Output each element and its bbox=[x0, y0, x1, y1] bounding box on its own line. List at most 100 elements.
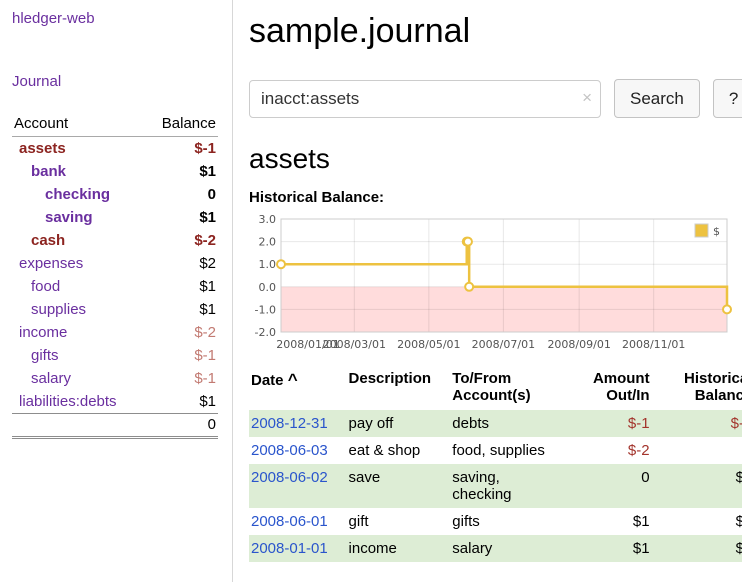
account-balance: $-2 bbox=[194, 324, 216, 341]
transaction-description: eat & shop bbox=[347, 437, 451, 464]
account-balance: $1 bbox=[199, 278, 216, 295]
account-row: bank $1 bbox=[12, 160, 218, 183]
account-link-supplies[interactable]: supplies bbox=[14, 301, 86, 318]
account-link-expenses[interactable]: expenses bbox=[14, 255, 83, 272]
svg-text:2008/07/01: 2008/07/01 bbox=[472, 338, 535, 351]
account-balance: 0 bbox=[208, 186, 216, 203]
account-column-header: Account bbox=[14, 115, 68, 132]
chart-title: Historical Balance: bbox=[249, 189, 742, 206]
account-row: assets $-1 bbox=[12, 137, 218, 160]
transaction-row: 2008-06-01 gift gifts $1 $2 bbox=[249, 508, 742, 535]
app-window: hledger-web Journal Account Balance asse… bbox=[0, 0, 742, 582]
account-balance: $1 bbox=[199, 209, 216, 226]
date-column-header[interactable]: Date ^ bbox=[249, 366, 347, 410]
transaction-amount: $-1 bbox=[564, 410, 651, 437]
accounts-total-row: 0 bbox=[12, 413, 218, 439]
account-link-saving[interactable]: saving bbox=[14, 209, 93, 226]
account-balance: $-1 bbox=[194, 140, 216, 157]
search-input[interactable] bbox=[249, 80, 601, 118]
accounts-total-value: 0 bbox=[208, 416, 216, 433]
account-link-income[interactable]: income bbox=[14, 324, 67, 341]
transaction-row: 2008-06-03 eat & shop food, supplies $-2… bbox=[249, 437, 742, 464]
account-balance: $-1 bbox=[194, 347, 216, 364]
account-balance: $-1 bbox=[194, 370, 216, 387]
svg-text:-1.0: -1.0 bbox=[255, 303, 276, 316]
balance-chart: 3.02.01.00.0-1.0-2.02008/01/012008/03/01… bbox=[249, 212, 736, 356]
account-link-salary[interactable]: salary bbox=[14, 370, 71, 387]
transaction-accounts: gifts bbox=[450, 508, 564, 535]
transaction-row: 2008-12-31 pay off debts $-1 $-1 bbox=[249, 410, 742, 437]
balance-column-header: Balance bbox=[162, 115, 216, 132]
account-link-food[interactable]: food bbox=[14, 278, 60, 295]
account-balance: $1 bbox=[199, 393, 216, 410]
transaction-description: save bbox=[347, 464, 451, 508]
transaction-date-link[interactable]: 2008-06-02 bbox=[251, 469, 328, 486]
account-link-cash[interactable]: cash bbox=[14, 232, 65, 249]
transaction-description: income bbox=[347, 535, 451, 562]
accounts-table-header: Account Balance bbox=[12, 112, 218, 137]
sidebar-item-journal[interactable]: Journal bbox=[12, 73, 218, 90]
svg-text:2008/09/01: 2008/09/01 bbox=[547, 338, 610, 351]
accounts-table: Account Balance assets $-1 bank $1 check… bbox=[12, 112, 218, 439]
app-title-link[interactable]: hledger-web bbox=[12, 10, 218, 27]
account-row: income $-2 bbox=[12, 321, 218, 344]
account-link-liabilities-debts[interactable]: liabilities:debts bbox=[14, 393, 117, 410]
transaction-date-link[interactable]: 2008-06-01 bbox=[251, 513, 328, 530]
accounts-column-header: To/From Account(s) bbox=[450, 366, 564, 410]
transaction-accounts: saving, checking bbox=[450, 464, 564, 508]
account-row: gifts $-1 bbox=[12, 344, 218, 367]
description-column-header: Description bbox=[347, 366, 451, 410]
svg-text:0.0: 0.0 bbox=[259, 281, 277, 294]
transaction-accounts: salary bbox=[450, 535, 564, 562]
transaction-row: 2008-01-01 income salary $1 $1 bbox=[249, 535, 742, 562]
balance-column-header: Historical Balance bbox=[652, 366, 742, 410]
help-button[interactable]: ? bbox=[713, 79, 742, 118]
account-row: checking 0 bbox=[12, 183, 218, 206]
account-link-bank[interactable]: bank bbox=[14, 163, 66, 180]
search-bar: × Search ? bbox=[249, 79, 742, 118]
transaction-balance: $2 bbox=[652, 464, 742, 508]
transaction-amount: $1 bbox=[564, 535, 651, 562]
transaction-balance: $2 bbox=[652, 508, 742, 535]
search-box: × bbox=[249, 80, 601, 118]
account-link-checking[interactable]: checking bbox=[14, 186, 110, 203]
account-row: salary $-1 bbox=[12, 367, 218, 390]
transaction-row: 2008-06-02 save saving, checking 0 $2 bbox=[249, 464, 742, 508]
account-balance: $1 bbox=[199, 163, 216, 180]
svg-text:1.0: 1.0 bbox=[259, 258, 277, 271]
amount-column-header: Amount Out/In bbox=[564, 366, 651, 410]
svg-text:-2.0: -2.0 bbox=[255, 326, 276, 339]
transaction-amount: 0 bbox=[564, 464, 651, 508]
account-balance: $1 bbox=[199, 301, 216, 318]
account-row: cash $-2 bbox=[12, 229, 218, 252]
transaction-balance: $1 bbox=[652, 535, 742, 562]
svg-text:2.0: 2.0 bbox=[259, 236, 277, 249]
account-row: saving $1 bbox=[12, 206, 218, 229]
account-link-assets[interactable]: assets bbox=[14, 140, 66, 157]
clear-search-icon[interactable]: × bbox=[582, 88, 592, 108]
account-link-gifts[interactable]: gifts bbox=[14, 347, 59, 364]
account-heading: assets bbox=[249, 143, 742, 175]
account-row: liabilities:debts $1 bbox=[12, 390, 218, 413]
transaction-amount: $-2 bbox=[564, 437, 651, 464]
transaction-date-link[interactable]: 2008-06-03 bbox=[251, 442, 328, 459]
sidebar: hledger-web Journal Account Balance asse… bbox=[0, 0, 233, 582]
transaction-balance: $-1 bbox=[652, 410, 742, 437]
transactions-table: Date ^ Description To/From Account(s) Am… bbox=[249, 366, 742, 562]
date-header-label: Date bbox=[251, 372, 284, 389]
search-button[interactable]: Search bbox=[614, 79, 700, 118]
transaction-accounts: food, supplies bbox=[450, 437, 564, 464]
account-balance: $-2 bbox=[194, 232, 216, 249]
transaction-date-link[interactable]: 2008-01-01 bbox=[251, 540, 328, 557]
svg-text:3.0: 3.0 bbox=[259, 213, 277, 226]
transaction-description: pay off bbox=[347, 410, 451, 437]
account-row: supplies $1 bbox=[12, 298, 218, 321]
svg-text:$: $ bbox=[713, 225, 720, 238]
main-content: sample.journal × Search ? assets Histori… bbox=[233, 0, 742, 582]
page-title: sample.journal bbox=[249, 12, 742, 51]
transaction-date-link[interactable]: 2008-12-31 bbox=[251, 415, 328, 432]
svg-text:2008/03/01: 2008/03/01 bbox=[323, 338, 386, 351]
transaction-balance: 0 bbox=[652, 437, 742, 464]
transaction-description: gift bbox=[347, 508, 451, 535]
svg-text:2008/11/01: 2008/11/01 bbox=[622, 338, 685, 351]
